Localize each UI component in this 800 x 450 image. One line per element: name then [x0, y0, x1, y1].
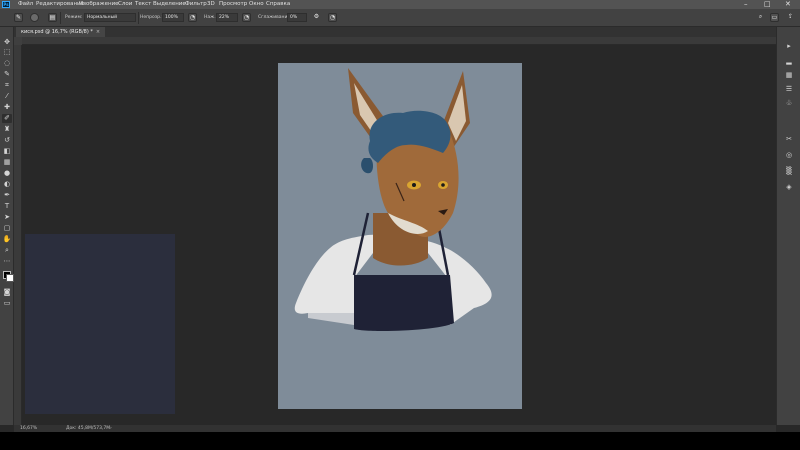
healing-icon[interactable]: ✚	[2, 103, 12, 112]
close-tab-icon[interactable]: ×	[96, 29, 100, 35]
hand-icon[interactable]: ✋	[2, 235, 12, 244]
dodge-icon[interactable]: ◐	[2, 180, 12, 189]
gradient-icon[interactable]: ▦	[2, 158, 12, 167]
channels-icon[interactable]: ▒	[784, 167, 794, 176]
divider	[60, 12, 61, 24]
document-tab-title: кися.psd @ 16,7% (RGB/8) *	[21, 29, 93, 35]
right-panel-dock: ▸ ▂ ▦ ☰ ♧ ✂ ◎ ▒ ◈	[776, 27, 800, 425]
adjustments-icon[interactable]: ✂	[784, 135, 794, 144]
menu-edit[interactable]: Редактирование	[36, 1, 84, 7]
divider	[138, 12, 139, 24]
menu-image[interactable]: Изображение	[79, 1, 119, 7]
menu-filter[interactable]: Фильтр	[185, 1, 207, 7]
path-select-icon[interactable]: ➤	[2, 213, 12, 222]
mode-select[interactable]: Нормальный	[84, 13, 136, 22]
history-brush-icon[interactable]: ↺	[2, 136, 12, 145]
blur-icon[interactable]: ●	[2, 169, 12, 178]
taskbar-area	[0, 432, 800, 450]
properties-icon[interactable]: ☰	[784, 85, 794, 94]
brush-icon[interactable]: ✐	[2, 114, 12, 123]
crop-icon[interactable]: ⌗	[2, 81, 12, 90]
levels-icon[interactable]: ▂	[784, 57, 794, 66]
status-menu-arrow[interactable]: ›	[110, 425, 112, 432]
swatches-icon[interactable]: ▦	[784, 71, 794, 80]
search-icon[interactable]: ⌕	[756, 13, 765, 22]
history-icon[interactable]: ▸	[784, 42, 794, 51]
menu-text[interactable]: Текст	[135, 1, 151, 7]
document-tab[interactable]: кися.psd @ 16,7% (RGB/8) * ×	[16, 27, 106, 37]
vertical-ruler	[14, 37, 22, 425]
gear-icon[interactable]: ⚙	[312, 13, 321, 22]
layers-icon[interactable]: ◎	[784, 151, 794, 160]
brush-tool-preset-icon[interactable]: ✎	[14, 13, 23, 22]
stamp-icon[interactable]: ♜	[2, 125, 12, 134]
eyedropper-icon[interactable]: ⁄	[2, 92, 12, 101]
workspace-icon[interactable]: ▭	[770, 13, 779, 22]
photoshop-logo: Ps	[2, 1, 10, 8]
menu-view[interactable]: Просмотр	[219, 1, 247, 7]
screen-mode-icon[interactable]: ▭	[2, 299, 12, 308]
ruler-corner	[14, 37, 22, 45]
floating-panel	[25, 234, 175, 414]
status-bar: 16,67% Док: 45,8M/573,7M ›	[14, 425, 776, 432]
airbrush-icon[interactable]: ◔	[242, 13, 251, 22]
opacity-pressure-icon[interactable]: ◔	[188, 13, 197, 22]
shape-icon[interactable]: ▢	[2, 224, 12, 233]
options-bar: ✎ ▤ Режим: Нормальный Непрозр.: 100% ◔ Н…	[0, 9, 800, 27]
pressure-size-icon[interactable]: ◔	[328, 13, 337, 22]
quick-mask-icon[interactable]: ◙	[2, 288, 12, 297]
zoom-level[interactable]: 16,67%	[20, 425, 37, 432]
share-icon[interactable]: ⇪	[786, 13, 795, 22]
lasso-icon[interactable]: ◌	[2, 59, 12, 68]
background-color-swatch[interactable]	[6, 274, 14, 282]
mode-label: Режим:	[65, 15, 83, 20]
artwork-illustration	[294, 68, 492, 331]
smoothing-input[interactable]: 0%	[287, 13, 307, 22]
paths-icon[interactable]: ◈	[784, 183, 794, 192]
pen-icon[interactable]: ✒	[2, 191, 12, 200]
opacity-input[interactable]: 100%	[162, 13, 184, 22]
eraser-icon[interactable]: ◧	[2, 147, 12, 156]
minimize-button[interactable]: –	[744, 0, 748, 8]
document-tab-bar	[14, 27, 776, 37]
zoom-icon[interactable]: ⌕	[2, 246, 12, 255]
brush-size-icon[interactable]	[30, 13, 39, 22]
tools-panel: ✥ ⬚ ◌ ✎ ⌗ ⁄ ✚ ✐ ♜ ↺ ◧ ▦ ● ◐ ✒ T ➤ ▢ ✋ ⌕ …	[0, 27, 14, 425]
document-canvas[interactable]	[278, 63, 522, 409]
move-icon[interactable]: ✥	[2, 38, 12, 47]
brushes-icon[interactable]: ♧	[784, 99, 794, 108]
opacity-label: Непрозр.:	[140, 15, 163, 20]
menu-layers[interactable]: Слои	[118, 1, 132, 7]
menu-bar: Ps Файл Редактирование Изображение Слои …	[0, 0, 800, 9]
type-icon[interactable]: T	[2, 202, 12, 211]
quick-select-icon[interactable]: ✎	[2, 70, 12, 79]
close-window-button[interactable]: ✕	[785, 0, 791, 8]
document-size: Док: 45,8M/573,7M	[66, 426, 111, 431]
pressure-input[interactable]: 22%	[216, 13, 238, 22]
menu-file[interactable]: Файл	[18, 1, 33, 7]
menu-select[interactable]: Выделение	[153, 1, 186, 7]
more-icon[interactable]: ⋯	[2, 257, 12, 266]
marquee-icon[interactable]: ⬚	[2, 48, 12, 57]
brush-settings-icon[interactable]: ▤	[48, 13, 57, 22]
horizontal-ruler	[22, 37, 776, 45]
menu-3d[interactable]: 3D	[207, 1, 215, 7]
maximize-button[interactable]: □	[764, 0, 771, 8]
menu-help[interactable]: Справка	[266, 1, 290, 7]
menu-window[interactable]: Окно	[249, 1, 264, 7]
